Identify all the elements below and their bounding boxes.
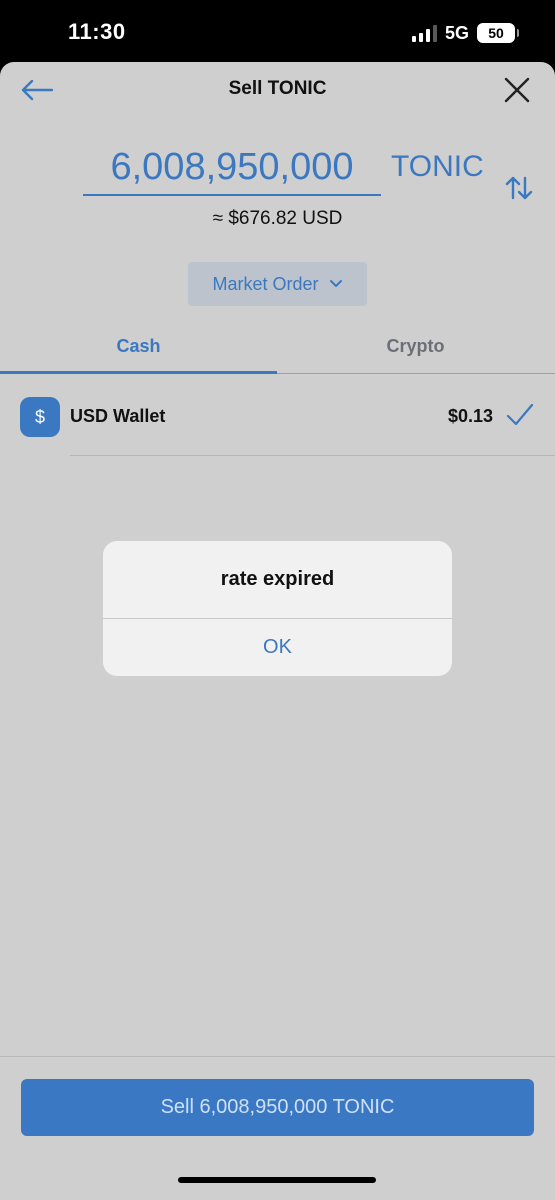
amount-row: 6,008,950,000 TONIC <box>0 144 555 198</box>
payout-tabs: Cash Crypto <box>0 326 555 374</box>
cellular-signal-icon <box>411 24 437 42</box>
close-icon <box>504 77 530 103</box>
order-type-dropdown[interactable]: Market Order <box>188 262 367 306</box>
status-time: 11:30 <box>68 19 126 44</box>
divider <box>70 455 555 456</box>
currency-label: TONIC <box>391 150 484 183</box>
checkmark-icon <box>506 403 534 426</box>
alert-dialog: rate expired OK <box>103 541 452 676</box>
alert-message: rate expired <box>220 568 335 590</box>
home-indicator[interactable] <box>178 1177 376 1183</box>
tab-cash[interactable]: Cash <box>0 326 277 374</box>
usd-equivalent: ≈ $676.82 USD <box>212 208 343 229</box>
wallet-name: USD Wallet <box>70 406 166 426</box>
wallet-balance: $0.13 <box>447 406 493 426</box>
tab-crypto[interactable]: Crypto <box>277 326 554 374</box>
ok-button[interactable]: OK <box>103 619 452 676</box>
swap-button[interactable] <box>503 172 535 204</box>
network-type: 5G <box>444 22 469 43</box>
battery-level: 50 <box>488 25 504 41</box>
sell-button[interactable]: Sell 6,008,950,000 TONIC <box>21 1079 534 1136</box>
chevron-down-icon <box>329 280 342 287</box>
order-type-label: Market Order <box>212 273 319 294</box>
battery-icon: 50 <box>477 23 519 43</box>
close-button[interactable] <box>501 74 533 106</box>
page-title: Sell TONIC <box>228 78 327 99</box>
bottom-bar: Sell 6,008,950,000 TONIC <box>0 1056 555 1200</box>
nav-bar: Sell TONIC <box>0 62 555 118</box>
status-bar: 11:30 5G 50 <box>0 0 555 62</box>
amount-input[interactable]: 6,008,950,000 <box>83 144 381 196</box>
active-tab-indicator <box>0 371 277 374</box>
status-indicators: 5G 50 <box>411 20 519 46</box>
wallet-row-usd[interactable]: $ USD Wallet $0.13 <box>0 384 555 454</box>
dollar-icon: $ <box>20 397 60 437</box>
sell-sheet: Sell TONIC 6,008,950,000 TONIC ≈ $676.82… <box>0 62 555 1200</box>
swap-vertical-icon <box>505 176 533 200</box>
